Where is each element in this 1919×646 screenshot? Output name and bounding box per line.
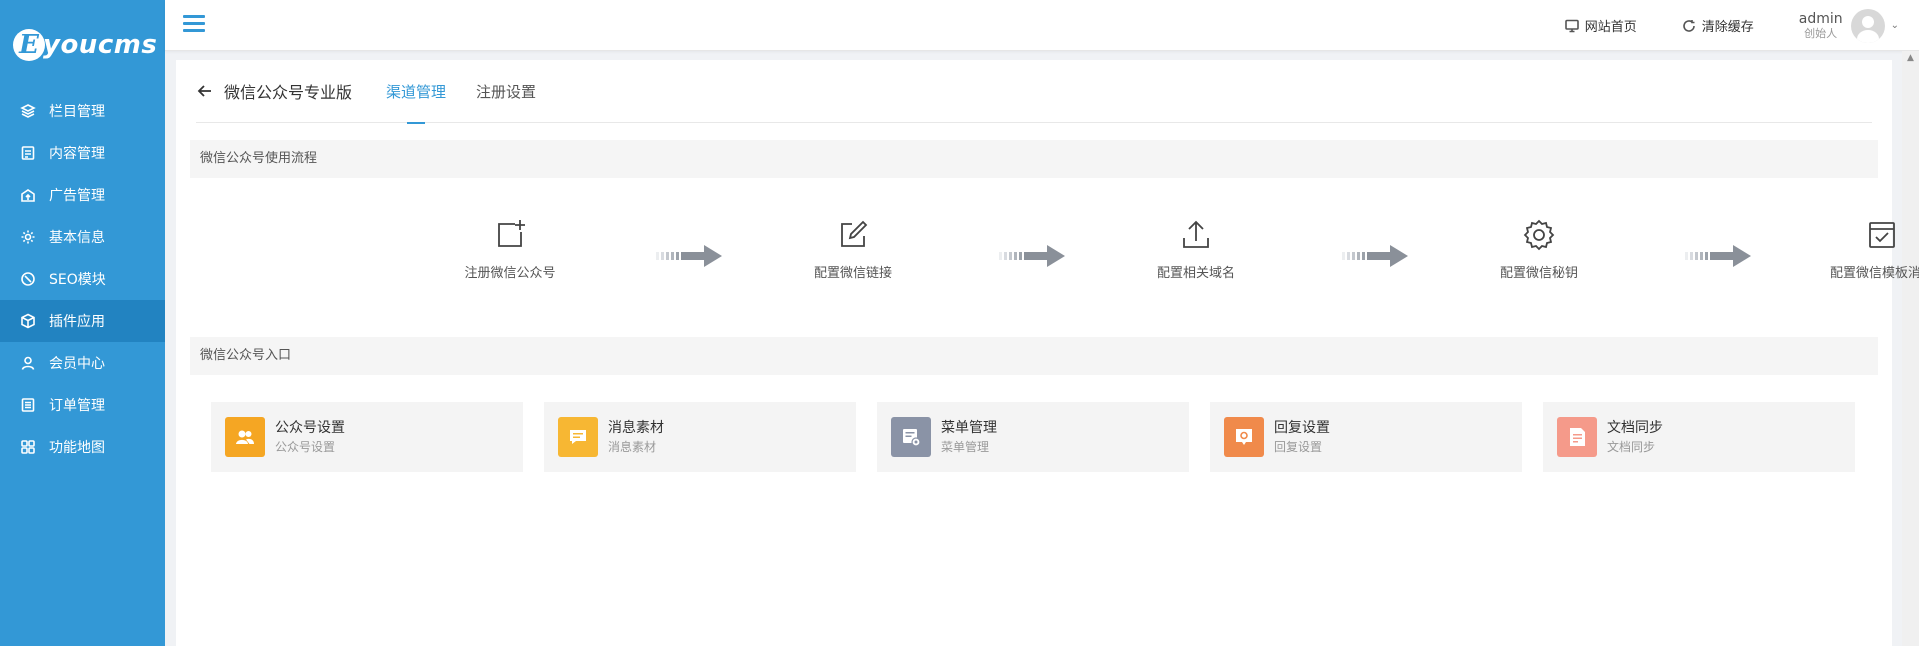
logo-mark: E (13, 29, 45, 61)
step-label: 配置微信模板消息 (1829, 266, 1919, 281)
card-title: 消息素材 (608, 420, 664, 436)
sidebar-item-seo[interactable]: SEO模块 (0, 258, 165, 300)
main-panel: 微信公众号专业版 渠道管理 注册设置 微信公众号使用流程 注册微信公众号 配置微… (176, 60, 1919, 646)
topbar: 网站首页 清除缓存 admin 创始人 ⌄ (165, 0, 1919, 51)
sidebar-item-ads[interactable]: 广告管理 (0, 174, 165, 216)
user-name: admin (1798, 10, 1843, 27)
entry-card-message-materials[interactable]: 消息素材 消息素材 (544, 402, 856, 472)
monitor-icon (1564, 19, 1579, 32)
card-title: 公众号设置 (275, 420, 345, 436)
menu-settings-icon (891, 417, 931, 457)
site-home-link[interactable]: 网站首页 (1564, 16, 1637, 35)
sidebar-nav: 栏目管理 内容管理 广告管理 基本信息 SEO模块 插件应用 会员中心 订单管理… (0, 90, 165, 468)
sidebar-item-basic-info[interactable]: 基本信息 (0, 216, 165, 258)
clear-cache-label: 清除缓存 (1701, 20, 1754, 35)
page-title: 微信公众号专业版 (224, 83, 353, 102)
sidebar-item-plugins[interactable]: 插件应用 (0, 300, 165, 342)
entry-card-account-settings[interactable]: 公众号设置 公众号设置 (211, 402, 523, 472)
sidebar-item-label: 栏目管理 (49, 104, 105, 120)
step-label: 注册微信公众号 (464, 266, 556, 281)
checkbox-icon (1869, 222, 1895, 248)
sidebar-item-label: 插件应用 (49, 314, 105, 330)
entry-card-menu-management[interactable]: 菜单管理 菜单管理 (877, 402, 1189, 472)
card-subtitle: 菜单管理 (941, 440, 990, 454)
step-label: 配置微信秘钥 (1499, 266, 1578, 281)
flow-step-domain: 配置相关域名 (1121, 218, 1271, 281)
sidebar-item-label: 订单管理 (49, 398, 105, 414)
sidebar-item-label: SEO模块 (49, 272, 106, 288)
edit-icon (841, 220, 868, 247)
logo-text: youcms (43, 30, 158, 60)
entry-card-document-sync[interactable]: 文档同步 文档同步 (1543, 402, 1855, 472)
scroll-up-icon[interactable]: ▲ (1902, 51, 1919, 65)
sidebar-item-orders[interactable]: 订单管理 (0, 384, 165, 426)
site-home-label: 网站首页 (1584, 20, 1637, 35)
document-icon (19, 144, 37, 162)
scrollbar[interactable]: ▲ (1902, 51, 1919, 646)
user-role: 创始人 (1804, 27, 1838, 41)
sidebar-item-content[interactable]: 内容管理 (0, 132, 165, 174)
cube-icon (19, 312, 37, 330)
flow-step-link: 配置微信链接 (778, 218, 928, 281)
ad-icon (19, 186, 37, 204)
sidebar-item-label: 会员中心 (49, 356, 105, 372)
card-subtitle: 文档同步 (1607, 440, 1656, 454)
sidebar: E youcms 栏目管理 内容管理 广告管理 基本信息 SEO模块 插件应用 (0, 0, 165, 646)
user-icon (19, 354, 37, 372)
arrow-right-icon (1685, 245, 1751, 267)
logo[interactable]: E youcms (0, 0, 165, 90)
arrow-right-icon (1342, 245, 1408, 267)
sidebar-item-column[interactable]: 栏目管理 (0, 90, 165, 132)
card-subtitle: 消息素材 (608, 440, 657, 454)
step-label: 配置相关域名 (1156, 266, 1235, 281)
sync-doc-icon (1557, 417, 1597, 457)
upload-icon (1183, 220, 1209, 248)
topbar-actions: 网站首页 清除缓存 admin 创始人 ⌄ (1564, 0, 1899, 51)
message-icon (558, 417, 598, 457)
sidebar-item-members[interactable]: 会员中心 (0, 342, 165, 384)
arrow-left-icon (197, 85, 211, 97)
sidebar-item-label: 基本信息 (49, 230, 105, 246)
flow-step-template: 配置微信模板消息 (1807, 218, 1919, 281)
flow-section-title: 微信公众号使用流程 (190, 140, 1878, 178)
clear-cache-link[interactable]: 清除缓存 (1682, 16, 1754, 35)
gear-icon (19, 228, 37, 246)
arrow-right-icon (656, 245, 722, 267)
chevron-down-icon[interactable]: ⌄ (1891, 20, 1899, 31)
tab-bar: 微信公众号专业版 渠道管理 注册设置 (196, 60, 1872, 123)
entry-card-reply-settings[interactable]: 回复设置 回复设置 (1210, 402, 1522, 472)
grid-icon (19, 438, 37, 456)
sidebar-item-label: 内容管理 (49, 146, 105, 162)
flow-step-secret: 配置微信秘钥 (1464, 218, 1614, 281)
reply-icon (1224, 417, 1264, 457)
user-menu[interactable]: admin 创始人 ⌄ (1798, 8, 1899, 43)
step-label: 配置微信链接 (813, 266, 892, 281)
seo-icon (19, 270, 37, 288)
card-title: 回复设置 (1274, 420, 1330, 436)
flow-step-register: 注册微信公众号 (435, 218, 585, 281)
card-title: 文档同步 (1607, 420, 1663, 436)
users-icon (225, 417, 265, 457)
refresh-icon (1682, 19, 1695, 32)
sidebar-item-map[interactable]: 功能地图 (0, 426, 165, 468)
layers-icon (19, 102, 37, 120)
add-square-icon (498, 220, 525, 247)
avatar[interactable] (1850, 8, 1885, 43)
card-title: 菜单管理 (941, 420, 997, 436)
entry-section-title: 微信公众号入口 (190, 337, 1878, 375)
sidebar-item-label: 功能地图 (49, 440, 105, 456)
card-subtitle: 回复设置 (1274, 440, 1323, 454)
back-button[interactable]: 微信公众号专业版 (196, 79, 352, 103)
tab-channel-management[interactable]: 渠道管理 (386, 60, 446, 123)
card-subtitle: 公众号设置 (275, 440, 336, 454)
gear-icon (1523, 219, 1555, 251)
sidebar-item-label: 广告管理 (49, 188, 105, 204)
arrow-right-icon (999, 245, 1065, 267)
list-icon (19, 396, 37, 414)
flow-steps: 注册微信公众号 配置微信链接 配置相关域名 配置微信秘钥 配置微信模板消 (190, 186, 1919, 326)
tab-register-settings[interactable]: 注册设置 (476, 60, 536, 123)
menu-toggle-icon[interactable] (183, 15, 205, 33)
